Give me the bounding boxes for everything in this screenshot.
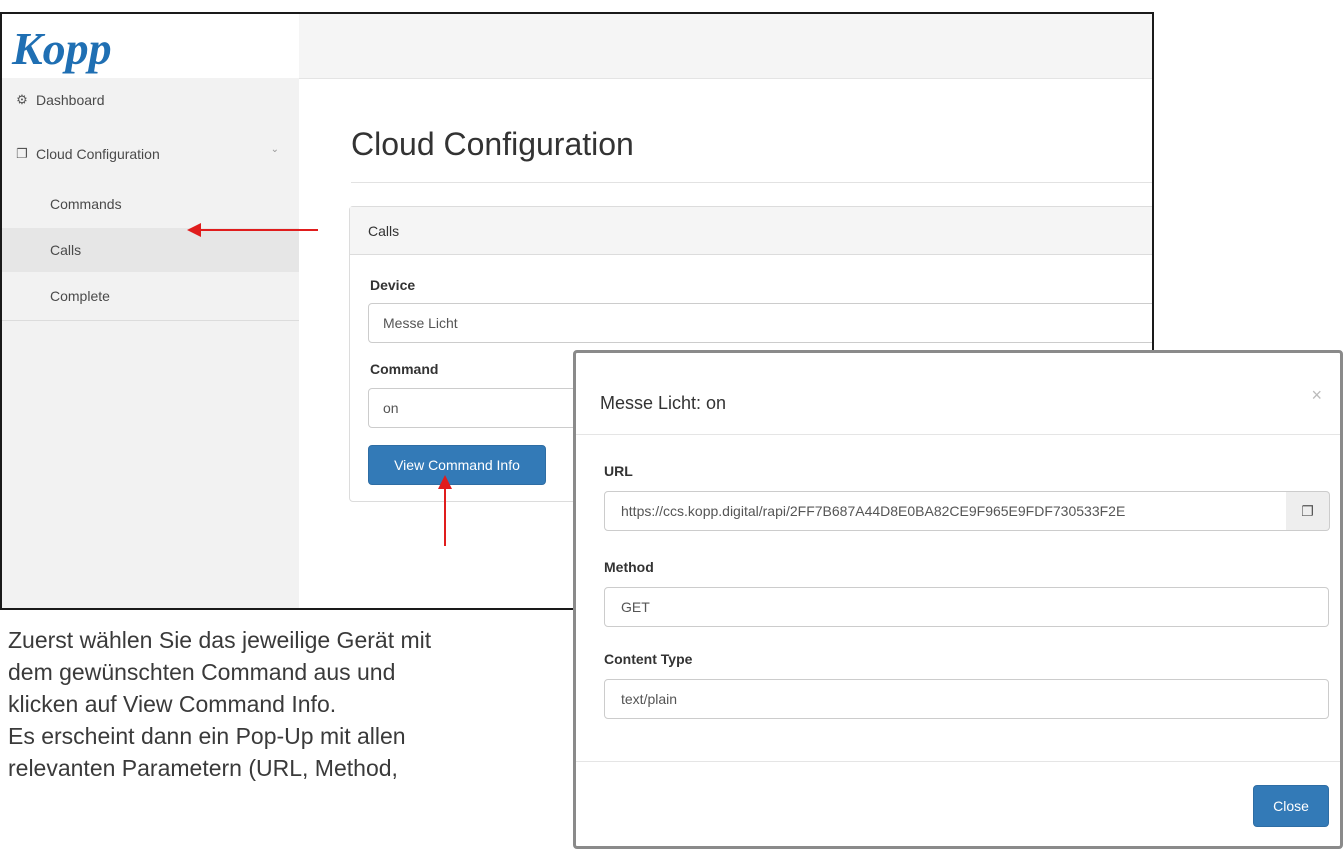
content-type-field[interactable]: text/plain — [604, 679, 1329, 719]
modal-title: Messe Licht: on — [600, 393, 727, 413]
top-bar — [299, 14, 1152, 79]
arrow-left-icon — [187, 223, 201, 237]
sidebar-item-complete[interactable]: Complete — [2, 274, 299, 318]
url-label: URL — [604, 463, 633, 479]
annotation-arrow-line — [444, 488, 446, 546]
clone-icon: ❐ — [16, 146, 28, 161]
sidebar-item-cloud-configuration[interactable]: ❐ Cloud Configuration ⌄ — [2, 130, 299, 178]
sidebar-item-dashboard[interactable]: ⚙ Dashboard — [2, 84, 299, 116]
sidebar-item-calls[interactable]: Calls — [2, 228, 299, 272]
annotation-arrow-line — [200, 229, 318, 231]
divider — [576, 761, 1340, 762]
url-field[interactable]: https://ccs.kopp.digital/rapi/2FF7B687A4… — [604, 491, 1287, 531]
close-icon[interactable]: × — [1311, 385, 1322, 406]
logo-text: Kopp — [11, 23, 112, 74]
device-select[interactable]: Messe Licht — [368, 303, 1152, 343]
method-field[interactable]: GET — [604, 587, 1329, 627]
sidebar-item-label: Cloud Configuration — [36, 146, 160, 162]
divider — [351, 182, 1152, 183]
sidebar-item-commands[interactable]: Commands — [2, 182, 299, 226]
copy-button[interactable]: ❐ — [1286, 491, 1330, 531]
device-label: Device — [370, 277, 416, 293]
page-title: Cloud Configuration — [351, 126, 634, 162]
dashboard-icon: ⚙ — [16, 92, 28, 107]
chevron-down-icon: ⌄ — [270, 144, 279, 155]
kopp-logo: Kopp — [11, 23, 112, 74]
command-info-modal: Messe Licht: on × URL https://ccs.kopp.d… — [573, 350, 1343, 849]
divider — [576, 434, 1340, 435]
panel-heading: Calls — [350, 207, 1152, 255]
copy-icon: ❐ — [1301, 502, 1314, 519]
arrow-up-icon — [438, 475, 452, 489]
caption-text: Zuerst wählen Sie das jeweilige Gerät mi… — [8, 627, 432, 781]
close-button[interactable]: Close — [1253, 785, 1329, 827]
sidebar-item-label: Dashboard — [36, 92, 105, 108]
method-label: Method — [604, 559, 654, 575]
divider — [2, 320, 299, 321]
view-command-info-button[interactable]: View Command Info — [368, 445, 546, 485]
command-label: Command — [370, 361, 439, 377]
content-type-label: Content Type — [604, 651, 693, 667]
